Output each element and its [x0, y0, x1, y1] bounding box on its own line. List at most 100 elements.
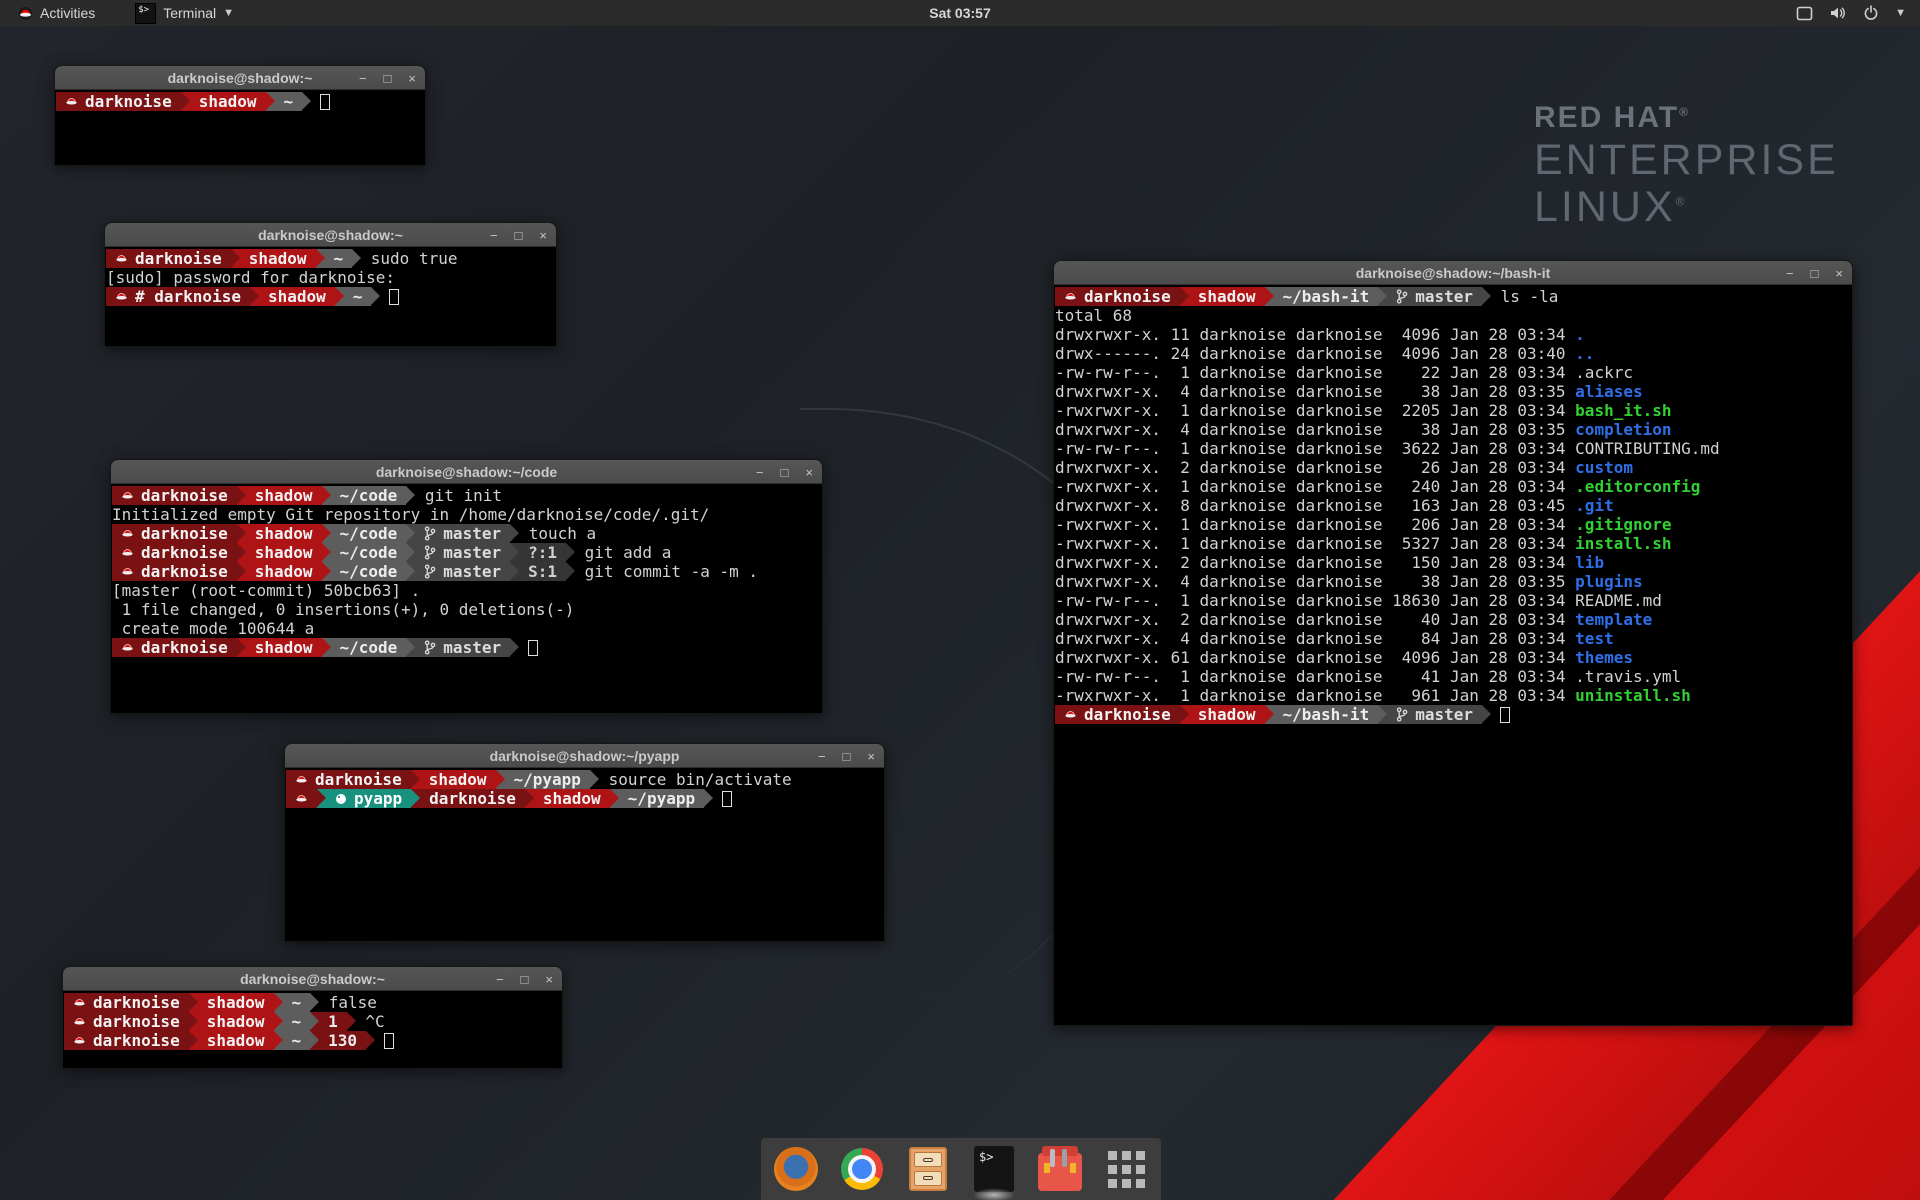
powerline-arrow — [406, 543, 415, 562]
minimize-button[interactable]: − — [359, 72, 367, 85]
terminal-window-home-1[interactable]: darknoise@shadow:~ − □ × darknoiseshadow… — [54, 65, 426, 166]
desktop: RED HAT® ENTERPRISE LINUX® Activities $>… — [0, 0, 1920, 1200]
terminal-content[interactable]: darknoiseshadow~/pyapp source bin/activa… — [285, 768, 884, 941]
minimize-button[interactable]: − — [818, 750, 826, 763]
powerline-arrow — [406, 562, 415, 581]
chevron-down-icon: ▼ — [223, 7, 234, 19]
powerline-arrow — [406, 486, 415, 505]
terminal-line: drwx------. 24 darknoise darknoise 4096 … — [1055, 344, 1852, 363]
files-icon[interactable] — [905, 1146, 951, 1192]
terminal-line: darknoiseshadow~ — [56, 92, 425, 111]
close-button[interactable]: × — [867, 750, 875, 763]
terminal-window-bash-it[interactable]: darknoise@shadow:~/bash-it − □ × darknoi… — [1053, 260, 1853, 1026]
app-menu-terminal[interactable]: $> Terminal ▼ — [129, 0, 240, 26]
powerline-arrow — [189, 993, 198, 1012]
terminal-line: pyappdarknoiseshadow~/pyapp — [286, 789, 884, 808]
prompt-segment-user: darknoise — [112, 524, 237, 543]
prompt-segment-git: master — [415, 543, 510, 562]
titlebar[interactable]: darknoise@shadow:~/code − □ × — [111, 460, 822, 484]
prompt-segment-stat: S:1 — [519, 562, 566, 581]
volume-icon[interactable] — [1829, 5, 1847, 21]
powerline-arrow — [510, 562, 519, 581]
powerline-arrow — [590, 770, 599, 789]
screen-icon[interactable] — [1796, 6, 1813, 21]
toolbox-icon[interactable] — [1037, 1146, 1083, 1192]
titlebar[interactable]: darknoise@shadow:~ − □ × — [63, 967, 562, 991]
terminal-cursor — [384, 1033, 394, 1049]
terminal-window-code[interactable]: darknoise@shadow:~/code − □ × darknoises… — [110, 459, 823, 714]
chrome-icon[interactable] — [839, 1146, 885, 1192]
prompt-segment-user: darknoise — [64, 1031, 189, 1050]
powerline-arrow — [237, 638, 246, 657]
titlebar[interactable]: darknoise@shadow:~ − □ × — [55, 66, 425, 90]
terminal-line: darknoiseshadow~/codemaster?:1 git add a — [112, 543, 822, 562]
output-text: [master (root-commit) 50bcb63] . — [112, 581, 420, 600]
maximize-button[interactable]: □ — [1811, 267, 1819, 280]
powerline-arrow — [237, 543, 246, 562]
app-grid-icon[interactable] — [1103, 1146, 1149, 1192]
wordmark-linux: LINUX — [1534, 183, 1676, 231]
titlebar[interactable]: darknoise@shadow:~ − □ × — [105, 223, 556, 247]
terminal-window-sudo[interactable]: darknoise@shadow:~ − □ × darknoiseshadow… — [104, 222, 557, 347]
prompt-segment-user: darknoise — [112, 562, 237, 581]
terminal-icon[interactable]: $> — [971, 1146, 1017, 1192]
minimize-button[interactable]: − — [756, 466, 764, 479]
ls-filename: .. — [1575, 344, 1594, 363]
power-icon[interactable] — [1863, 5, 1879, 21]
prompt-segment-user: darknoise — [64, 993, 189, 1012]
maximize-button[interactable]: □ — [843, 750, 851, 763]
terminal-line: darknoiseshadow~/codemasterS:1 git commi… — [112, 562, 822, 581]
powerline-arrow — [496, 770, 505, 789]
maximize-button[interactable]: □ — [521, 973, 529, 986]
terminal-content[interactable]: darknoiseshadow~ sudo true[sudo] passwor… — [105, 247, 556, 346]
chevron-down-icon[interactable]: ▼ — [1895, 7, 1906, 19]
maximize-button[interactable]: □ — [384, 72, 392, 85]
terminal-line: drwxrwxr-x. 2 darknoise darknoise 26 Jan… — [1055, 458, 1852, 477]
ls-fields: drwxrwxr-x. 8 darknoise darknoise 163 Ja… — [1055, 496, 1575, 515]
activities-button[interactable]: Activities — [8, 0, 105, 26]
titlebar[interactable]: darknoise@shadow:~/pyapp − □ × — [285, 744, 884, 768]
clock[interactable]: Sat 03:57 — [929, 5, 990, 21]
powerline-arrow — [566, 543, 575, 562]
close-button[interactable]: × — [545, 973, 553, 986]
terminal-line: -rw-rw-r--. 1 darknoise darknoise 22 Jan… — [1055, 363, 1852, 382]
ls-fields: drwxrwxr-x. 2 darknoise darknoise 40 Jan… — [1055, 610, 1575, 629]
prompt-segment-path: ~ — [283, 1031, 311, 1050]
minimize-button[interactable]: − — [496, 973, 504, 986]
prompt-segment-user: darknoise — [64, 1012, 189, 1031]
close-button[interactable]: × — [539, 229, 547, 242]
terminal-line: 1 file changed, 0 insertions(+), 0 delet… — [112, 600, 822, 619]
prompt-segment-host: shadow — [198, 993, 274, 1012]
terminal-line: darknoiseshadow~/bash-itmaster — [1055, 705, 1852, 724]
titlebar[interactable]: darknoise@shadow:~/bash-it − □ × — [1054, 261, 1852, 285]
redhat-icon — [1064, 708, 1077, 721]
terminal-content[interactable]: darknoiseshadow~ falsedarknoiseshadow~1 … — [63, 991, 562, 1068]
window-title: darknoise@shadow:~ — [105, 227, 556, 243]
close-button[interactable]: × — [805, 466, 813, 479]
maximize-button[interactable]: □ — [781, 466, 789, 479]
app-menu-label: Terminal — [163, 5, 216, 21]
prompt-segment-path: ~/code — [331, 543, 407, 562]
redhat-icon — [121, 641, 134, 654]
minimize-button[interactable]: − — [1786, 267, 1794, 280]
terminal-window-pyapp[interactable]: darknoise@shadow:~/pyapp − □ × darknoise… — [284, 743, 885, 942]
command-text: source bin/activate — [599, 770, 792, 789]
terminal-cursor — [1500, 707, 1510, 723]
maximize-button[interactable]: □ — [515, 229, 523, 242]
terminal-content[interactable]: darknoiseshadow~/bash-itmaster ls -latot… — [1054, 285, 1852, 1025]
ls-filename: test — [1575, 629, 1614, 648]
ls-filename: README.md — [1575, 591, 1662, 610]
ls-filename: lib — [1575, 553, 1604, 572]
terminal-window-home-2[interactable]: darknoise@shadow:~ − □ × darknoise shadow… — [62, 966, 563, 1069]
minimize-button[interactable]: − — [490, 229, 498, 242]
output-text: Initialized empty Git repository in /hom… — [112, 505, 709, 524]
terminal-content[interactable]: darknoiseshadow~ — [55, 90, 425, 165]
prompt-segment-user: darknoise — [56, 92, 181, 111]
terminal-content[interactable]: darknoiseshadow~/code git initInitialize… — [111, 484, 822, 713]
ls-fields: -rwxrwxr-x. 1 darknoise darknoise 240 Ja… — [1055, 477, 1575, 496]
close-button[interactable]: × — [1835, 267, 1843, 280]
powerline-arrow — [237, 486, 246, 505]
close-button[interactable]: × — [408, 72, 416, 85]
prompt-segment-user: darknoise — [1055, 705, 1180, 724]
firefox-icon[interactable] — [773, 1146, 819, 1192]
